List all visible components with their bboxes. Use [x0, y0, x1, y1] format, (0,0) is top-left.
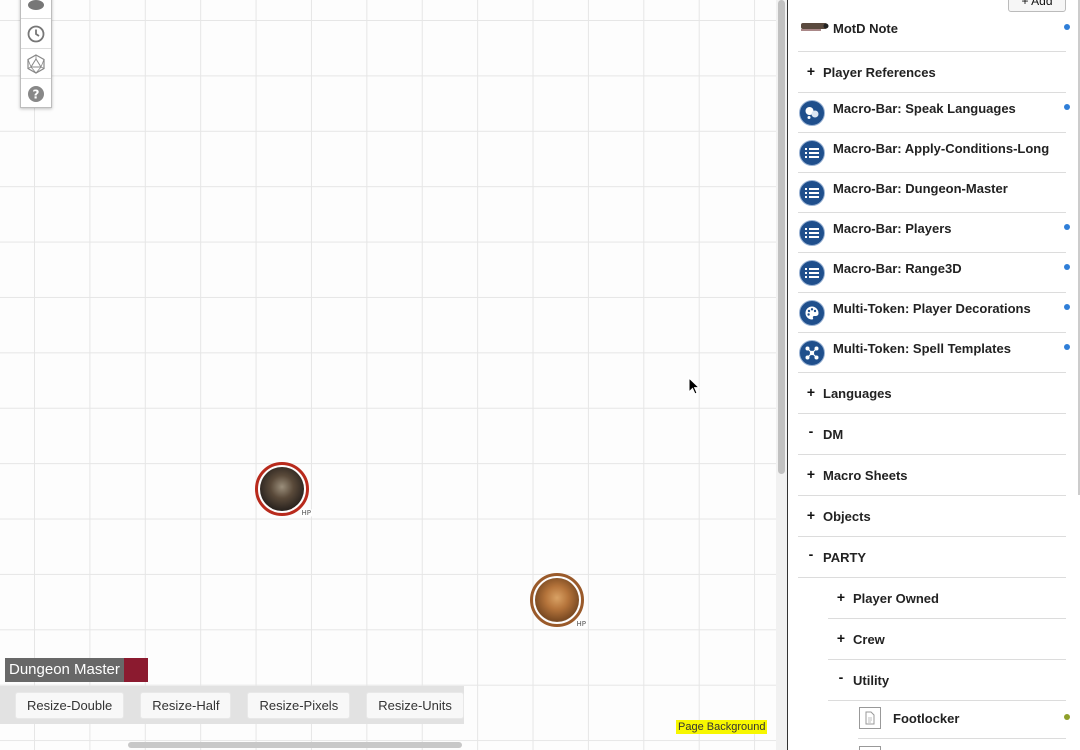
player-tag[interactable]: Dungeon Master	[5, 658, 148, 682]
skull-warrior-token[interactable]: HP	[255, 462, 312, 517]
folder-utility[interactable]: - Utility	[828, 660, 1066, 701]
speech-icon	[799, 100, 825, 126]
token-badge: HP	[575, 620, 587, 628]
status-dot	[1064, 264, 1070, 270]
folder-label: Objects	[823, 509, 871, 524]
tabletop-map[interactable]: ? HP HP Dungeon Master Resize-Double Res…	[0, 0, 776, 750]
journal-item-label: Macro-Bar: Dungeon-Master	[833, 181, 1008, 196]
document-icon	[859, 707, 881, 729]
expand-icon[interactable]: +	[806, 466, 816, 482]
d20-icon[interactable]	[21, 49, 51, 79]
bronze-golem-token[interactable]: HP	[530, 573, 587, 628]
folder-label: Languages	[823, 386, 892, 401]
palette-icon	[799, 300, 825, 326]
resize-toolbar: Resize-Double Resize-Half Resize-Pixels …	[0, 686, 464, 724]
resize-units-button[interactable]: Resize-Units	[366, 691, 464, 719]
clock-icon[interactable]	[21, 19, 51, 49]
journal-item-player-decorations[interactable]: Multi-Token: Player Decorations	[798, 293, 1070, 333]
collapse-icon[interactable]: -	[806, 423, 816, 439]
expand-icon[interactable]: +	[836, 630, 846, 646]
folder-dm[interactable]: - DM	[798, 414, 1066, 455]
journal-item-label: Multi-Token: Spell Templates	[833, 341, 1011, 356]
journal-panel: + Add MotD Note + Player References Macr…	[787, 0, 1080, 750]
journal-item-label: Footlocker	[893, 711, 960, 726]
collapse-icon[interactable]: -	[836, 669, 846, 685]
page-background-label: Page Background	[676, 720, 768, 734]
resize-pixels-button[interactable]: Resize-Pixels	[247, 691, 351, 719]
journal-item-speak-languages[interactable]: Macro-Bar: Speak Languages	[798, 93, 1070, 133]
journal-item-motd-note[interactable]: MotD Note	[798, 11, 1070, 52]
folder-label: Crew	[853, 632, 885, 647]
help-icon[interactable]: ?	[21, 79, 51, 109]
svg-text:?: ?	[33, 88, 40, 102]
journal-item-label: Macro-Bar: Apply-Conditions-Long	[833, 141, 1050, 156]
folder-label: Macro Sheets	[823, 468, 908, 483]
list-icon	[799, 260, 825, 286]
folder-player-references[interactable]: + Player References	[798, 52, 1066, 93]
status-dot	[1064, 24, 1070, 30]
map-vertical-scrollbar[interactable]	[776, 0, 787, 750]
player-color-swatch	[123, 658, 148, 682]
journal-item-apply-conditions-long[interactable]: Macro-Bar: Apply-Conditions-Long	[798, 133, 1066, 173]
molecule-icon	[799, 340, 825, 366]
resize-half-button[interactable]: Resize-Half	[140, 691, 232, 719]
folder-objects[interactable]: + Objects	[798, 496, 1066, 537]
status-dot	[1064, 714, 1070, 720]
map-horizontal-scrollbar[interactable]	[128, 742, 462, 748]
map-toolbar: ?	[20, 0, 52, 108]
folder-label: Player Owned	[853, 591, 939, 606]
folder-label: DM	[823, 427, 844, 442]
folder-player-owned[interactable]: + Player Owned	[828, 578, 1066, 619]
folder-label: PARTY	[823, 550, 867, 565]
player-name: Dungeon Master	[5, 658, 124, 682]
list-icon	[799, 220, 825, 246]
status-dot	[1064, 104, 1070, 110]
journal-item-label: Multi-Token: Player Decorations	[833, 301, 1031, 316]
resize-double-button[interactable]: Resize-Double	[15, 691, 125, 719]
token-badge: HP	[300, 509, 312, 517]
journal-item-partial[interactable]	[859, 746, 881, 750]
cloud-icon[interactable]	[21, 0, 51, 19]
journal-item-label: Macro-Bar: Speak Languages	[833, 101, 1016, 116]
list-icon	[799, 140, 825, 166]
folder-languages[interactable]: + Languages	[798, 373, 1066, 414]
status-dot	[1064, 304, 1070, 310]
expand-icon[interactable]: +	[806, 507, 816, 523]
status-dot	[1064, 224, 1070, 230]
folder-label: Player References	[823, 65, 936, 80]
journal-item-label: Macro-Bar: Range3D	[833, 261, 962, 276]
journal-item-range3d[interactable]: Macro-Bar: Range3D	[798, 253, 1070, 293]
journal-item-label: MotD Note	[833, 21, 898, 36]
journal-item-players[interactable]: Macro-Bar: Players	[798, 213, 1070, 253]
journal-item-dungeon-master[interactable]: Macro-Bar: Dungeon-Master	[798, 173, 1066, 213]
journal-item-footlocker[interactable]: Footlocker	[858, 701, 1070, 739]
expand-icon[interactable]: +	[806, 384, 816, 400]
mouse-cursor-icon	[688, 376, 701, 398]
folder-party[interactable]: - PARTY	[798, 537, 1066, 578]
list-icon	[799, 180, 825, 206]
folder-macro-sheets[interactable]: + Macro Sheets	[798, 455, 1066, 496]
collapse-icon[interactable]: -	[806, 546, 816, 562]
expand-icon[interactable]: +	[836, 589, 846, 605]
scroll-image-icon	[799, 20, 829, 37]
journal-item-label: Macro-Bar: Players	[833, 221, 952, 236]
folder-crew[interactable]: + Crew	[828, 619, 1066, 660]
folder-label: Utility	[853, 673, 890, 688]
status-dot	[1064, 344, 1070, 350]
expand-icon[interactable]: +	[806, 63, 816, 79]
journal-item-spell-templates[interactable]: Multi-Token: Spell Templates	[798, 333, 1070, 373]
scrollbar-thumb[interactable]	[778, 0, 785, 474]
